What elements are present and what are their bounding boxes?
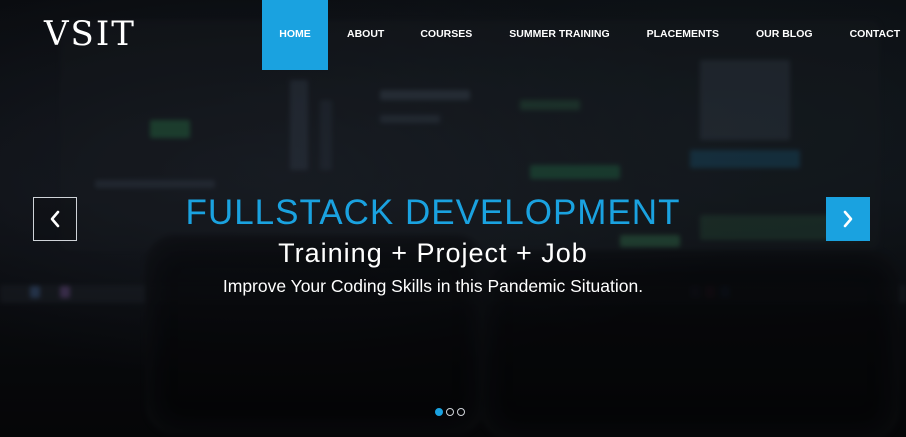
nav-contact[interactable]: CONTACT: [850, 0, 901, 70]
nav-our-blog[interactable]: OUR BLOG: [756, 0, 813, 70]
nav-courses[interactable]: COURSES: [420, 0, 472, 70]
slider-pagination: [435, 408, 465, 416]
slide-description: Improve Your Coding Skills in this Pande…: [222, 276, 644, 296]
hero-slider: VSIT HOME ABOUT COURSES SUMMER TRAINING …: [0, 0, 906, 437]
slide-title: FULLSTACK DEVELOPMENT: [185, 193, 681, 232]
nav-home[interactable]: HOME: [262, 0, 328, 70]
slider-dot-3[interactable]: [457, 408, 465, 416]
nav-summer-training[interactable]: SUMMER TRAINING: [509, 0, 609, 70]
nav-placements[interactable]: PLACEMENTS: [647, 0, 719, 70]
slider-dot-2[interactable]: [446, 408, 454, 416]
nav-about[interactable]: ABOUT: [347, 0, 384, 70]
main-nav: HOME ABOUT COURSES SUMMER TRAINING PLACE…: [262, 0, 900, 70]
slider-dot-1[interactable]: [435, 408, 443, 416]
slide-subtitle: Training + Project + Job: [278, 238, 588, 268]
site-logo[interactable]: VSIT: [44, 14, 136, 54]
